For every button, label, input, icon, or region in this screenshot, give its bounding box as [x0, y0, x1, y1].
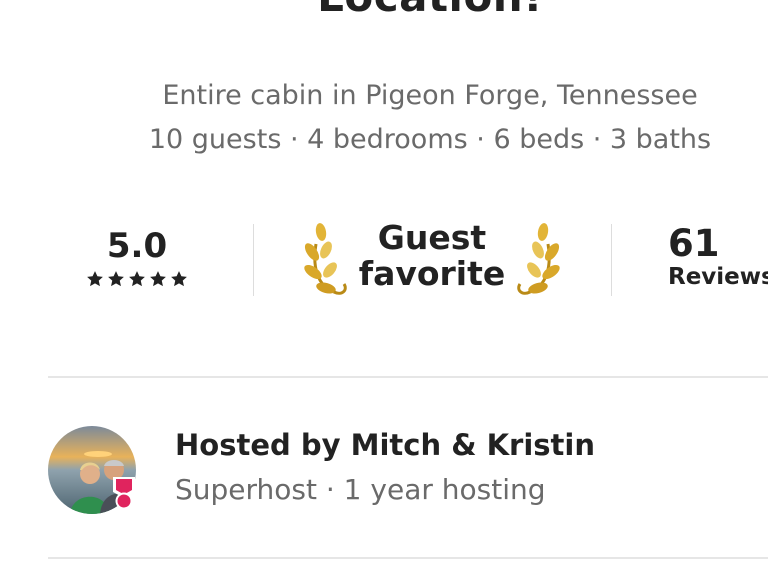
- rating-value: 5.0: [106, 226, 168, 266]
- stats-divider: [611, 224, 612, 296]
- host-subtitle: Superhost · 1 year hosting: [175, 473, 546, 506]
- section-divider: [48, 376, 768, 378]
- section-divider: [48, 557, 768, 559]
- stats-bar: 5.0 Guest favorite 61 Reviews: [0, 218, 768, 308]
- reviews-label[interactable]: Reviews: [668, 264, 768, 290]
- superhost-badge-icon: [113, 477, 135, 510]
- star-icon: [171, 271, 187, 287]
- reviews-count[interactable]: 61: [668, 222, 720, 265]
- guest-favorite-line2: favorite: [358, 254, 506, 293]
- host-name: Hosted by Mitch & Kristin: [175, 428, 596, 462]
- laurel-right-icon: [517, 223, 560, 295]
- laurel-left-icon: [304, 223, 347, 295]
- property-type-location: Entire cabin in Pigeon Forge, Tennessee: [162, 80, 698, 111]
- listing-title: Location!: [0, 0, 768, 21]
- star-rating: [82, 270, 192, 288]
- star-icon: [150, 271, 166, 287]
- guest-favorite-label: Guest favorite: [350, 220, 514, 292]
- star-icon: [129, 271, 145, 287]
- star-icon: [108, 271, 124, 287]
- listing-details: 10 guests · 4 bedrooms · 6 beds · 3 bath…: [148, 124, 712, 155]
- stats-divider: [253, 224, 254, 296]
- star-icon: [87, 271, 103, 287]
- guest-favorite-line1: Guest: [377, 218, 487, 257]
